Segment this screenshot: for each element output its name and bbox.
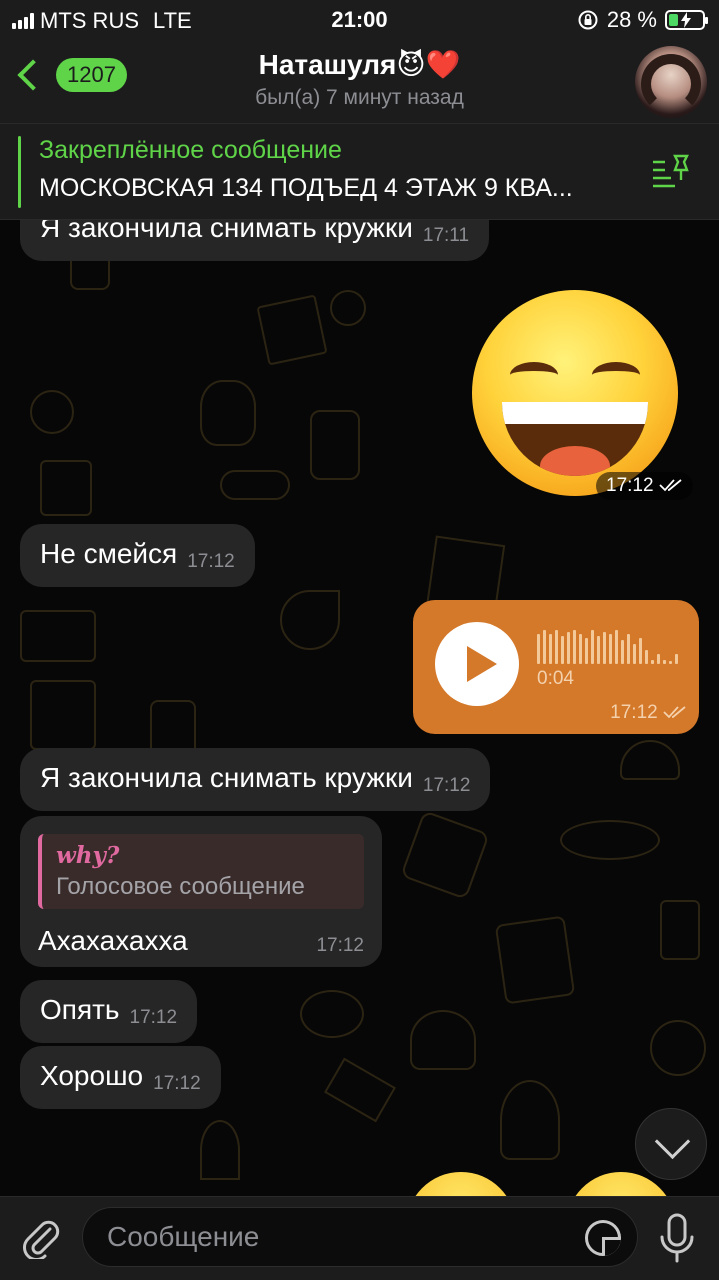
doodle-pattern xyxy=(200,1120,240,1180)
waveform xyxy=(537,630,678,664)
voice-duration: 0:04 xyxy=(537,668,574,689)
doodle-pattern xyxy=(560,820,660,860)
message-time: 17:12 xyxy=(129,1007,178,1028)
message-input[interactable] xyxy=(83,1208,637,1266)
emoji-eye xyxy=(592,362,640,388)
doodle-pattern xyxy=(30,390,74,434)
pinned-accent-bar xyxy=(18,136,21,208)
message-input-field[interactable] xyxy=(82,1207,638,1267)
status-bar: MTS RUS LTE 21:00 28 % xyxy=(0,0,719,40)
read-checkmarks-icon xyxy=(659,479,682,492)
play-button[interactable] xyxy=(435,622,519,706)
doodle-pattern xyxy=(400,810,490,900)
chat-header: 1207 Наташуля😈❤️ был(а) 7 минут назад xyxy=(0,40,719,124)
voice-time-text: 17:12 xyxy=(610,702,658,723)
doodle-pattern xyxy=(310,410,360,480)
battery-charging-icon xyxy=(665,10,708,30)
bolt-icon xyxy=(681,12,691,28)
message-time: 17:12 xyxy=(153,1073,201,1094)
emoji-mouth xyxy=(502,402,648,476)
message-text: Ахахахахха xyxy=(38,925,188,956)
message-incoming[interactable]: Я закончила снимать кружки 17:11 xyxy=(20,220,490,261)
reply-author: why? xyxy=(56,842,120,869)
message-incoming-reply[interactable]: why? Голосовое сообщение Ахахахахха 17:1… xyxy=(20,816,382,967)
battery-level xyxy=(669,14,678,26)
doodle-pattern xyxy=(660,900,700,960)
emoji-teeth xyxy=(502,402,648,424)
message-time: 17:12 xyxy=(422,775,471,796)
doodle-pattern xyxy=(410,1010,476,1070)
avatar-hair xyxy=(641,54,701,114)
message-time: 17:12 xyxy=(316,935,364,956)
message-time: 17:12 xyxy=(187,551,235,572)
sticker-time: 17:12 xyxy=(596,472,693,500)
avatar[interactable] xyxy=(635,46,707,118)
orientation-lock-icon xyxy=(578,10,598,30)
message-time: 17:11 xyxy=(422,225,470,246)
message-input-bar xyxy=(0,1196,719,1280)
paperclip-icon[interactable] xyxy=(20,1215,60,1259)
doodle-pattern xyxy=(20,610,96,662)
pinned-label: Закреплённое сообщение xyxy=(39,136,342,164)
message-incoming[interactable]: Опять 17:12 xyxy=(20,980,198,1043)
sticker-icon[interactable] xyxy=(585,1220,621,1256)
last-seen-status: был(а) 7 минут назад xyxy=(255,86,464,109)
microphone-icon[interactable] xyxy=(657,1213,697,1265)
message-incoming[interactable]: Не смейся 17:12 xyxy=(20,524,255,587)
message-text: Хорошо xyxy=(40,1060,144,1091)
doodle-pattern xyxy=(220,470,290,500)
message-text: Я закончила снимать кружки xyxy=(40,762,413,793)
doodle-pattern xyxy=(330,290,366,326)
doodle-pattern xyxy=(650,1020,706,1076)
battery-percent: 28 % xyxy=(606,7,657,32)
reply-text: Голосовое сообщение xyxy=(56,873,305,900)
voice-message[interactable]: 0:04 17:12 xyxy=(413,600,699,734)
scroll-to-bottom-button[interactable] xyxy=(635,1108,707,1180)
voice-time: 17:12 xyxy=(610,702,687,724)
doodle-pattern xyxy=(620,740,680,780)
status-right: 28 % xyxy=(577,7,708,33)
doodle-pattern xyxy=(280,590,340,650)
emoji-eye xyxy=(510,362,558,388)
doodle-pattern xyxy=(324,1057,396,1123)
chat-title[interactable]: Наташуля😈❤️ xyxy=(0,48,719,81)
message-incoming[interactable]: Хорошо 17:12 xyxy=(20,1046,221,1109)
emoji-sticker-peek xyxy=(406,1172,516,1196)
reply-quote[interactable]: why? Голосовое сообщение xyxy=(38,834,364,909)
laughing-emoji-sticker[interactable] xyxy=(472,290,678,496)
pinned-message-bar[interactable]: Закреплённое сообщение МОСКОВСКАЯ 134 ПО… xyxy=(0,124,719,220)
message-text: Я закончила снимать кружки xyxy=(40,220,413,243)
doodle-pattern xyxy=(300,990,364,1038)
doodle-pattern xyxy=(200,380,256,446)
doodle-pattern xyxy=(40,460,92,516)
doodle-pattern xyxy=(500,1080,560,1160)
emoji-tongue xyxy=(540,446,610,476)
doodle-pattern xyxy=(30,680,96,750)
pin-list-icon[interactable] xyxy=(651,154,691,188)
sticker-time-text: 17:12 xyxy=(606,475,654,496)
message-text: Не смейся xyxy=(40,538,178,569)
pinned-text: МОСКОВСКАЯ 134 ПОДЪЕД 4 ЭТАЖ 9 КВА... xyxy=(39,174,573,202)
message-incoming[interactable]: Я закончила снимать кружки 17:12 xyxy=(20,748,491,811)
chat-messages[interactable]: Я закончила снимать кружки 17:11 17:12 Не… xyxy=(0,220,719,1196)
doodle-pattern xyxy=(256,294,328,366)
read-checkmarks-icon xyxy=(663,706,686,719)
message-text: Опять xyxy=(40,994,120,1025)
doodle-pattern xyxy=(494,915,576,1005)
